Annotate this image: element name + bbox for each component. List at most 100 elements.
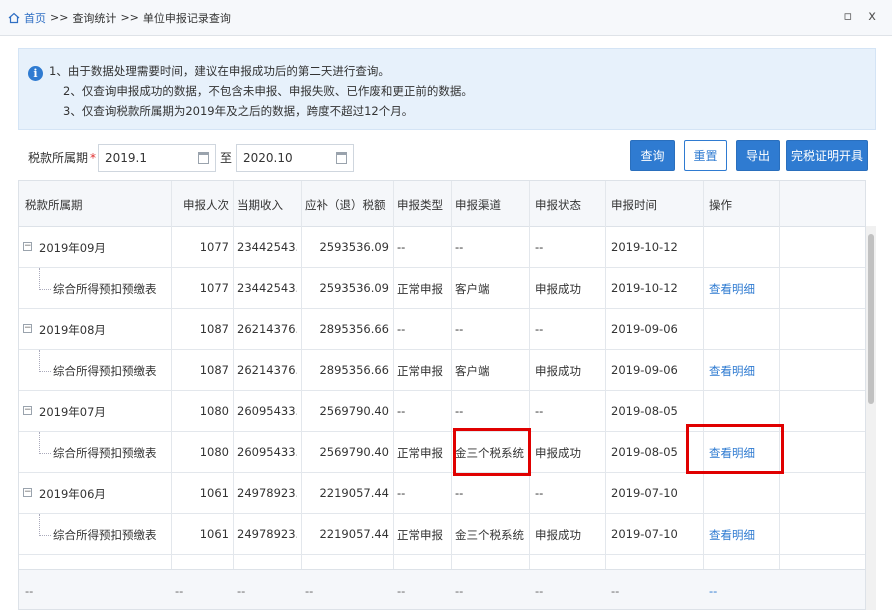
footer-cell-operation: -- [709,584,718,598]
tree-connector [39,514,51,536]
cell-tax: 2895356.66 [319,363,389,377]
cell-income: 26214376... [237,363,297,377]
end-period-input[interactable]: 2020.10 [236,144,354,172]
tax-period-label-text: 税款所属期 [28,151,89,165]
table-header: 税款所属期 申报人次 当期收入 应补（退）税额 申报类型 申报渠道 申报状态 申报时间 操作 [19,181,865,227]
view-detail-link[interactable]: 查看明细 [709,527,773,543]
cell-channel: 客户端 [455,364,490,378]
window-controls[interactable]: ▫ x [843,9,882,24]
cell-count: 1080 [199,404,229,418]
cell-period: 2019年09月 [39,241,106,255]
cell-status: -- [535,486,544,500]
home-icon [8,12,20,23]
cell-income: 23442543... [237,281,297,295]
cell-channel: -- [455,240,464,254]
cell-tax: 2593536.09 [319,240,389,254]
cell-status: 申报成功 [535,364,581,378]
cell-status: 申报成功 [535,528,581,542]
cell-status: -- [535,322,544,336]
cell-status: -- [535,240,544,254]
cell-declare-type: 正常申报 [397,282,443,296]
breadcrumb: 首页 >> 查询统计 >> 单位申报记录查询 ▫ x [0,0,892,36]
cell-status: 申报成功 [535,446,581,460]
cell-tax: 2569790.40 [319,404,389,418]
cell-count: 1087 [199,322,229,336]
breadcrumb-home-link[interactable]: 首页 [24,10,46,26]
footer-cell-status: -- [535,584,544,598]
view-detail-link[interactable]: 查看明细 [709,363,773,379]
export-button[interactable]: 导出 [736,140,780,171]
filter-bar: 税款所属期 * 2019.1 至 2020.10 查询 重置 导出 完税证明开具 [18,138,876,180]
calendar-icon[interactable] [336,152,347,164]
column-header-declare-type: 申报类型 [397,198,443,212]
cell-count: 1061 [199,527,229,541]
calendar-icon[interactable] [198,152,209,164]
notice-line-3: 3、仅查询税款所属期为2019年及之后的数据，跨度不超过12个月。 [63,104,414,118]
end-period-value: 2020.10 [243,151,293,165]
table-group-row: −2019年09月 1077 23442543... 2593536.09 -- -- --… [19,227,865,268]
breadcrumb-separator: >> [50,11,69,24]
tax-period-label: 税款所属期 * [28,149,96,166]
start-period-input[interactable]: 2019.1 [98,144,216,172]
collapse-toggle-icon[interactable]: − [23,324,32,333]
cell-channel: -- [455,486,464,500]
cell-income: 24978923... [237,486,297,500]
scrollbar-thumb[interactable] [868,234,874,404]
cell-time: 2019-09-06 [611,363,678,377]
cell-time: 2019-10-12 [611,281,678,295]
collapse-toggle-icon[interactable]: − [23,488,32,497]
cell-time: 2019-07-10 [611,486,678,500]
cell-period: 综合所得预扣预缴表 [53,446,157,460]
footer-cell-channel: -- [455,584,464,598]
cell-channel: 客户端 [455,282,490,296]
cell-count: 1077 [199,281,229,295]
breadcrumb-home[interactable]: 首页 [8,10,46,26]
column-divider [779,181,780,569]
cell-time: 2019-08-05 [611,445,678,459]
column-header-income: 当期收入 [237,198,283,212]
footer-cell-time: -- [611,584,620,598]
tax-certificate-button[interactable]: 完税证明开具 [786,140,868,171]
cell-count: 1061 [199,486,229,500]
highlight-box-view-detail [686,424,784,474]
collapse-toggle-icon[interactable]: − [23,242,32,251]
cell-tax: 2219057.44 [319,527,389,541]
column-divider [605,181,606,569]
notice-panel: i 1、由于数据处理需要时间，建议在申报成功后的第二天进行查询。 2、仅查询申报… [18,48,876,130]
table-footer: -- -- -- -- -- -- -- -- -- [19,569,865,609]
cell-declare-type: 正常申报 [397,364,443,378]
breadcrumb-item-query-stats[interactable]: 查询统计 [72,10,116,26]
required-mark: * [90,151,97,165]
cell-channel: 金三个税系统 [455,528,524,542]
table-scrollbar[interactable] [866,226,876,610]
column-header-tax: 应补（退）税额 [305,198,386,212]
cell-time: 2019-07-10 [611,527,678,541]
collapse-toggle-icon[interactable]: − [23,406,32,415]
cell-income: 24978923... [237,527,297,541]
cell-time: 2019-08-05 [611,404,678,418]
table-row: 综合所得预扣预缴表 1061 24978923... 2219057.44 正常申报金三… [19,514,865,555]
table-group-row: −2019年06月 1061 24978923... 2219057.44 -- -- --… [19,473,865,514]
query-button[interactable]: 查询 [630,140,675,171]
cell-count: 1080 [199,445,229,459]
column-divider [703,181,704,569]
reset-button[interactable]: 重置 [684,140,727,171]
column-divider [171,181,172,569]
cell-tax: 2895356.66 [319,322,389,336]
cell-status: -- [535,404,544,418]
cell-period: 综合所得预扣预缴表 [53,364,157,378]
cell-period: 综合所得预扣预缴表 [53,528,157,542]
breadcrumb-item-current: 单位申报记录查询 [142,11,231,25]
tree-connector [39,432,51,454]
cell-tax: 2219057.44 [319,486,389,500]
column-header-time: 申报时间 [611,198,657,212]
tree-connector [39,268,51,290]
footer-cell-count: -- [175,584,184,598]
column-divider [233,181,234,569]
cell-channel: -- [455,322,464,336]
view-detail-link[interactable]: 查看明细 [709,281,773,297]
cell-count: 1077 [199,240,229,254]
column-divider [301,181,302,569]
start-period-value: 2019.1 [105,151,147,165]
column-header-operation: 操作 [709,198,732,212]
